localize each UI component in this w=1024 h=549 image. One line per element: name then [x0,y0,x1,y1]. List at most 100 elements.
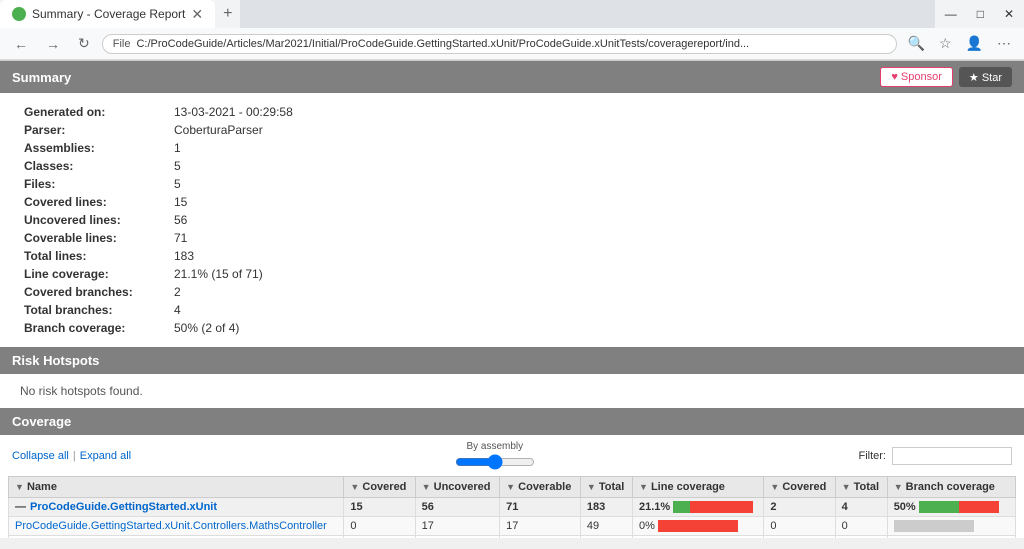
grouping-slider[interactable] [455,454,535,470]
col-total[interactable]: ▼ Total [580,477,632,498]
table-row: ProCodeGuide.GettingStarted.xUnit.Progra… [9,536,1016,538]
tab-favicon [12,7,26,21]
summary-label: Files: [20,175,170,193]
branch-coverage-cell [887,517,1015,536]
coverable-cell: 71 [500,498,581,517]
summary-value: 183 [170,247,1004,265]
line-coverage-cell: 0% [632,517,763,536]
covered-cell: 0 [344,517,415,536]
file-label: File [113,38,131,50]
menu-icon-button[interactable]: ⋯ [992,32,1016,55]
summary-label: Branch coverage: [20,319,170,337]
line-coverage-cell: 21.1% [632,498,763,517]
coverage-table: ▼ Name ▼ Covered ▼ Uncovered ▼ Coverable… [8,476,1016,538]
grouping-control: By assembly [455,441,535,470]
maximize-button[interactable]: □ [967,0,994,28]
risk-hotspots-header: Risk Hotspots [0,347,1024,374]
summary-table: Generated on:13-03-2021 - 00:29:58Parser… [20,103,1004,337]
close-button[interactable]: ✕ [994,0,1024,28]
name-cell: ProCodeGuide.GettingStarted.xUnit.Contro… [9,517,344,536]
covered-cell: 15 [344,498,415,517]
uncovered-cell: 56 [415,498,500,517]
name-cell: ProCodeGuide.GettingStarted.xUnit.Progra… [9,536,344,538]
total2-cell: 4 [835,498,887,517]
sponsor-button[interactable]: ♥ Sponsor [880,67,953,87]
expand-icon[interactable]: — [15,501,26,513]
summary-label: Uncovered lines: [20,211,170,229]
grouping-label: By assembly [466,441,523,452]
summary-row: Branch coverage:50% (2 of 4) [20,319,1004,337]
branch-coverage-bar [919,501,999,513]
summary-value: 5 [170,157,1004,175]
coverage-section-header: Coverage [0,408,1024,435]
summary-row: Coverable lines:71 [20,229,1004,247]
summary-value: 56 [170,211,1004,229]
summary-row: Total branches:4 [20,301,1004,319]
summary-row: Classes:5 [20,157,1004,175]
coverage-table-header-row: ▼ Name ▼ Covered ▼ Uncovered ▼ Coverable… [9,477,1016,498]
covered2-cell: 2 [764,498,835,517]
collapse-all-link[interactable]: Collapse all [12,450,69,462]
address-text: C:/ProCodeGuide/Articles/Mar2021/Initial… [136,38,885,50]
tab-title: Summary - Coverage Report [32,7,185,21]
expand-all-link[interactable]: Expand all [80,450,131,462]
star-button[interactable]: ★ Star [959,67,1012,87]
filter-input[interactable] [892,447,1012,465]
col-total2[interactable]: ▼ Total [835,477,887,498]
forward-button[interactable]: → [40,33,66,55]
summary-row: Covered branches:2 [20,283,1004,301]
summary-label: Parser: [20,121,170,139]
coverable-cell: 17 [500,517,581,536]
total-cell: 49 [580,517,632,536]
col-branch-coverage[interactable]: ▼ Branch coverage [887,477,1015,498]
class-name-link[interactable]: ProCodeGuide.GettingStarted.xUnit [30,501,217,513]
covered2-cell: 0 [764,517,835,536]
risk-hotspots-section: No risk hotspots found. [0,374,1024,408]
summary-value: 50% (2 of 4) [170,319,1004,337]
back-button[interactable]: ← [8,33,34,55]
line-coverage-bar [658,520,738,532]
total2-cell: 0 [835,536,887,538]
class-name-link[interactable]: ProCodeGuide.GettingStarted.xUnit.Contro… [15,520,327,532]
uncovered-cell: 17 [415,517,500,536]
covered2-cell: 0 [764,536,835,538]
search-icon-button[interactable]: 🔍 [903,32,930,55]
col-coverable[interactable]: ▼ Coverable [500,477,581,498]
col-line-coverage[interactable]: ▼ Line coverage [632,477,763,498]
page-content: Summary ♥ Sponsor ★ Star Generated on:13… [0,61,1024,538]
tab-close-button[interactable]: ✕ [191,6,203,23]
refresh-button[interactable]: ↻ [72,32,96,55]
summary-value: 15 [170,193,1004,211]
summary-label: Generated on: [20,103,170,121]
profile-icon-button[interactable]: 👤 [961,32,988,55]
summary-value: 5 [170,175,1004,193]
filter-label: Filter: [858,450,886,462]
risk-hotspots-label: Risk Hotspots [12,353,99,368]
summary-value: 71 [170,229,1004,247]
branch-coverage-cell: 50% [887,498,1015,517]
total-cell: 26 [580,536,632,538]
browser-tab[interactable]: Summary - Coverage Report ✕ [0,0,215,28]
minimize-button[interactable]: — [935,0,967,28]
new-tab-button[interactable]: + [215,0,240,28]
summary-value: 21.1% (15 of 71) [170,265,1004,283]
bookmark-icon-button[interactable]: ☆ [934,32,957,55]
summary-value: 2 [170,283,1004,301]
col-covered[interactable]: ▼ Covered [344,477,415,498]
col-covered2[interactable]: ▼ Covered [764,477,835,498]
collapse-expand-links: Collapse all | Expand all [12,450,131,462]
risk-hotspots-message: No risk hotspots found. [20,384,143,398]
covered-cell: 0 [344,536,415,538]
filter-control: Filter: [858,447,1012,465]
summary-row: Total lines:183 [20,247,1004,265]
summary-label: Coverable lines: [20,229,170,247]
col-uncovered[interactable]: ▼ Uncovered [415,477,500,498]
uncovered-cell: 8 [415,536,500,538]
branch-coverage-cell [887,536,1015,538]
summary-value: 4 [170,301,1004,319]
summary-value: 13-03-2021 - 00:29:58 [170,103,1004,121]
address-bar[interactable]: File C:/ProCodeGuide/Articles/Mar2021/In… [102,34,897,54]
col-name[interactable]: ▼ Name [9,477,344,498]
summary-label: Assemblies: [20,139,170,157]
summary-label: Covered branches: [20,283,170,301]
